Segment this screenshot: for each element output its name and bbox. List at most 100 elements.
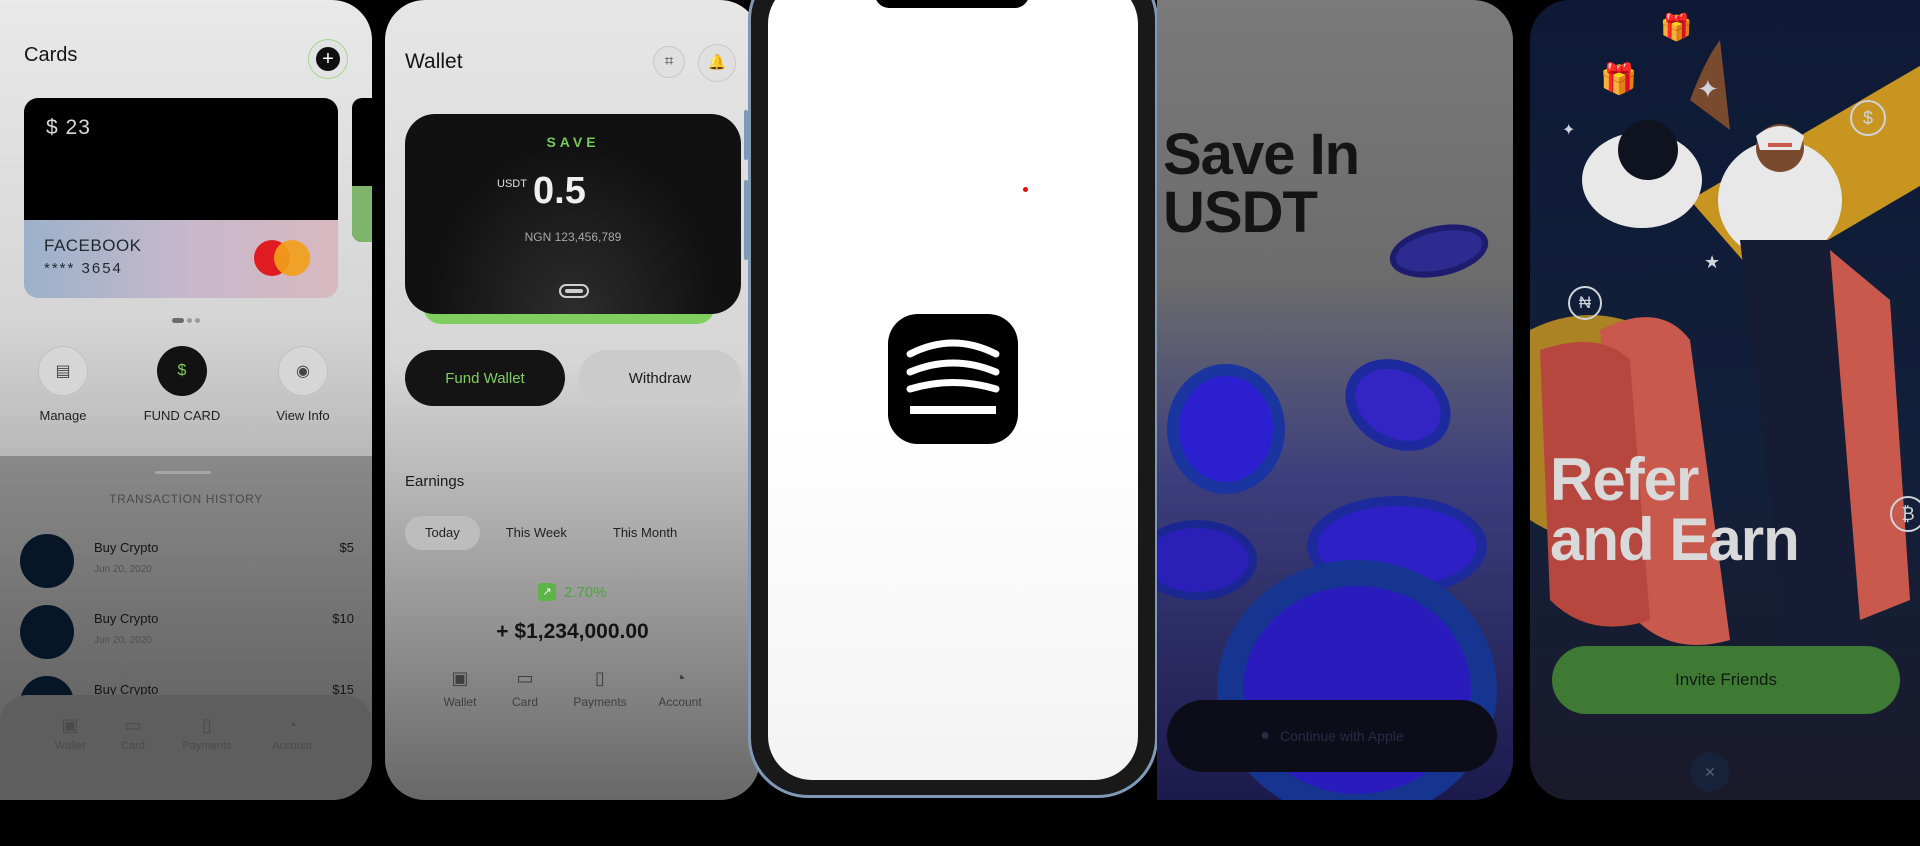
payments-icon: ▯ [595, 668, 605, 688]
bell-icon[interactable]: 🔔 [698, 44, 736, 82]
hero-title: Refer and Earn [1550, 446, 1800, 573]
coin-icon [1167, 364, 1285, 494]
app-logo-icon [888, 314, 1018, 444]
wallet-balance-card[interactable]: SAVE USDT 0.5 NGN 123,456,789 [405, 114, 741, 314]
drag-handle[interactable] [155, 471, 211, 474]
earnings-title: Earnings [405, 473, 465, 490]
tab-this-week[interactable]: This Week [486, 516, 587, 550]
nav-payments[interactable]: ▯ Payments [167, 715, 247, 752]
gift-icon: 🎁 [1660, 12, 1693, 42]
invite-friends-button[interactable]: Invite Friends [1552, 646, 1900, 714]
history-title: TRANSACTION HISTORY [109, 492, 263, 506]
continue-with-apple-button[interactable]: ● Continue with Apple [1167, 700, 1497, 772]
page-title: Cards [24, 44, 78, 66]
hero-title: Save In USDT [1163, 122, 1360, 245]
bitcoin-icon: ₿ [1890, 496, 1920, 532]
next-card-peek[interactable] [352, 98, 372, 242]
transaction-row[interactable]: Buy Crypto Jun 20, 2020 $5 [20, 534, 354, 590]
wallet-screen: Wallet ⌗ 🔔 SAVE USDT 0.5 NGN 123,456,789… [385, 0, 760, 800]
tab-this-month[interactable]: This Month [593, 516, 697, 550]
avatar [20, 605, 74, 659]
plus-circle-icon: + [316, 47, 340, 71]
transaction-name: Buy Crypto [94, 540, 159, 555]
apple-icon: ● [1260, 727, 1270, 744]
gift-icon: 🎁 [1600, 63, 1638, 96]
dynamic-island [875, 0, 1029, 8]
sparkle-icon: ✦ [1562, 122, 1576, 139]
volume-down-button [744, 180, 748, 260]
fund-card-action[interactable]: $ FUND CARD [137, 346, 227, 423]
hero-title-line1: Refer [1550, 446, 1699, 513]
transaction-row[interactable]: Buy Crypto Jun 20, 2020 $10 [20, 605, 354, 661]
apple-button-label: Continue with Apple [1279, 728, 1404, 744]
dollar-coin-icon: $ [1850, 100, 1886, 136]
dollar-plus-icon: $ [157, 346, 207, 396]
avatar [20, 534, 74, 588]
hero-title-line2: USDT [1163, 180, 1318, 245]
naira-coin-icon: ₦ [1568, 286, 1602, 320]
add-card-button[interactable]: + [308, 39, 348, 79]
toggle-icon[interactable] [559, 284, 589, 298]
coin-icon [1329, 341, 1467, 469]
manage-label: Manage [39, 408, 87, 423]
earnings-tabs: Today This Week This Month [405, 516, 697, 550]
wallet-icon: ▣ [451, 668, 469, 688]
scan-icon[interactable]: ⌗ [653, 46, 685, 78]
transaction-amount: $5 [339, 540, 354, 555]
nav-label: Wallet [443, 695, 477, 709]
carousel-dots [172, 318, 200, 323]
nav-label: Payments [182, 740, 232, 752]
page-title: Wallet [405, 50, 463, 73]
view-info-label: View Info [276, 408, 330, 423]
transaction-date: Jun 20, 2020 [94, 564, 152, 575]
nav-label: Payments [573, 695, 627, 709]
currency-label: USDT [497, 178, 527, 190]
bank-card[interactable]: $ 23 FACEBOOK **** 3654 [24, 98, 338, 298]
save-usdt-screen: Save In USDT ● Continue with Apple [1157, 0, 1513, 800]
fund-wallet-button[interactable]: Fund Wallet [405, 350, 565, 406]
nav-payments[interactable]: ▯ Payments [565, 668, 635, 709]
nav-card[interactable]: ▭ Card [490, 668, 560, 709]
save-label: SAVE [546, 134, 600, 150]
nav-card[interactable]: ▭ Card [93, 715, 173, 752]
recording-indicator [1023, 187, 1028, 192]
card-icon: ▭ [124, 715, 142, 735]
card-stack-icon: ▤ [38, 346, 88, 396]
close-icon[interactable]: ✕ [1690, 752, 1730, 792]
nav-label: Account [658, 695, 702, 709]
balance-amount: 0.5 [533, 170, 586, 212]
tab-today[interactable]: Today [405, 516, 480, 550]
nav-account[interactable]: ◔ Account [252, 715, 332, 752]
nav-label: Card [121, 740, 145, 752]
nav-label: Account [272, 740, 312, 752]
bottom-nav: ▣ Wallet ▭ Card ▯ Payments ◔ Account [0, 695, 372, 800]
transaction-date: Jun 20, 2020 [94, 635, 152, 646]
mastercard-icon [254, 240, 310, 276]
transaction-name: Buy Crypto [94, 611, 159, 626]
trend-up-icon: ↗ [538, 583, 556, 601]
hero-title-line1: Save In [1163, 122, 1360, 187]
nav-wallet[interactable]: ▣ Wallet [425, 668, 495, 709]
sparkle-icon: ✦ [1697, 74, 1719, 104]
card-balance: $ 23 [46, 116, 91, 139]
volume-up-button [744, 110, 748, 160]
refer-earn-screen: 🎁 🎁 ✦ ✦ ★ $ ₦ ₿ Refer and Earn Invite Fr… [1530, 0, 1920, 800]
eye-icon: ◉ [278, 346, 328, 396]
withdraw-button[interactable]: Withdraw [579, 350, 741, 406]
coin-icon [1384, 216, 1494, 286]
nav-label: Wallet [54, 740, 86, 752]
view-info-action[interactable]: ◉ View Info [258, 346, 348, 423]
card-bottom: FACEBOOK **** 3654 [24, 220, 338, 298]
fund-card-label: FUND CARD [143, 408, 221, 423]
payments-icon: ▯ [202, 715, 212, 735]
transaction-amount: $10 [332, 611, 354, 626]
nav-account[interactable]: ◔ Account [645, 668, 715, 709]
manage-action[interactable]: ▤ Manage [18, 346, 108, 423]
nav-label: Card [511, 695, 538, 709]
account-icon: ◔ [674, 668, 686, 688]
hero-title-line2: and Earn [1550, 506, 1800, 573]
coin-pile [1157, 520, 1257, 600]
percent-change: ↗ 2.70% [538, 583, 607, 601]
star-icon: ★ [1704, 252, 1721, 272]
earnings-amount: + $1,234,000.00 [496, 620, 649, 643]
